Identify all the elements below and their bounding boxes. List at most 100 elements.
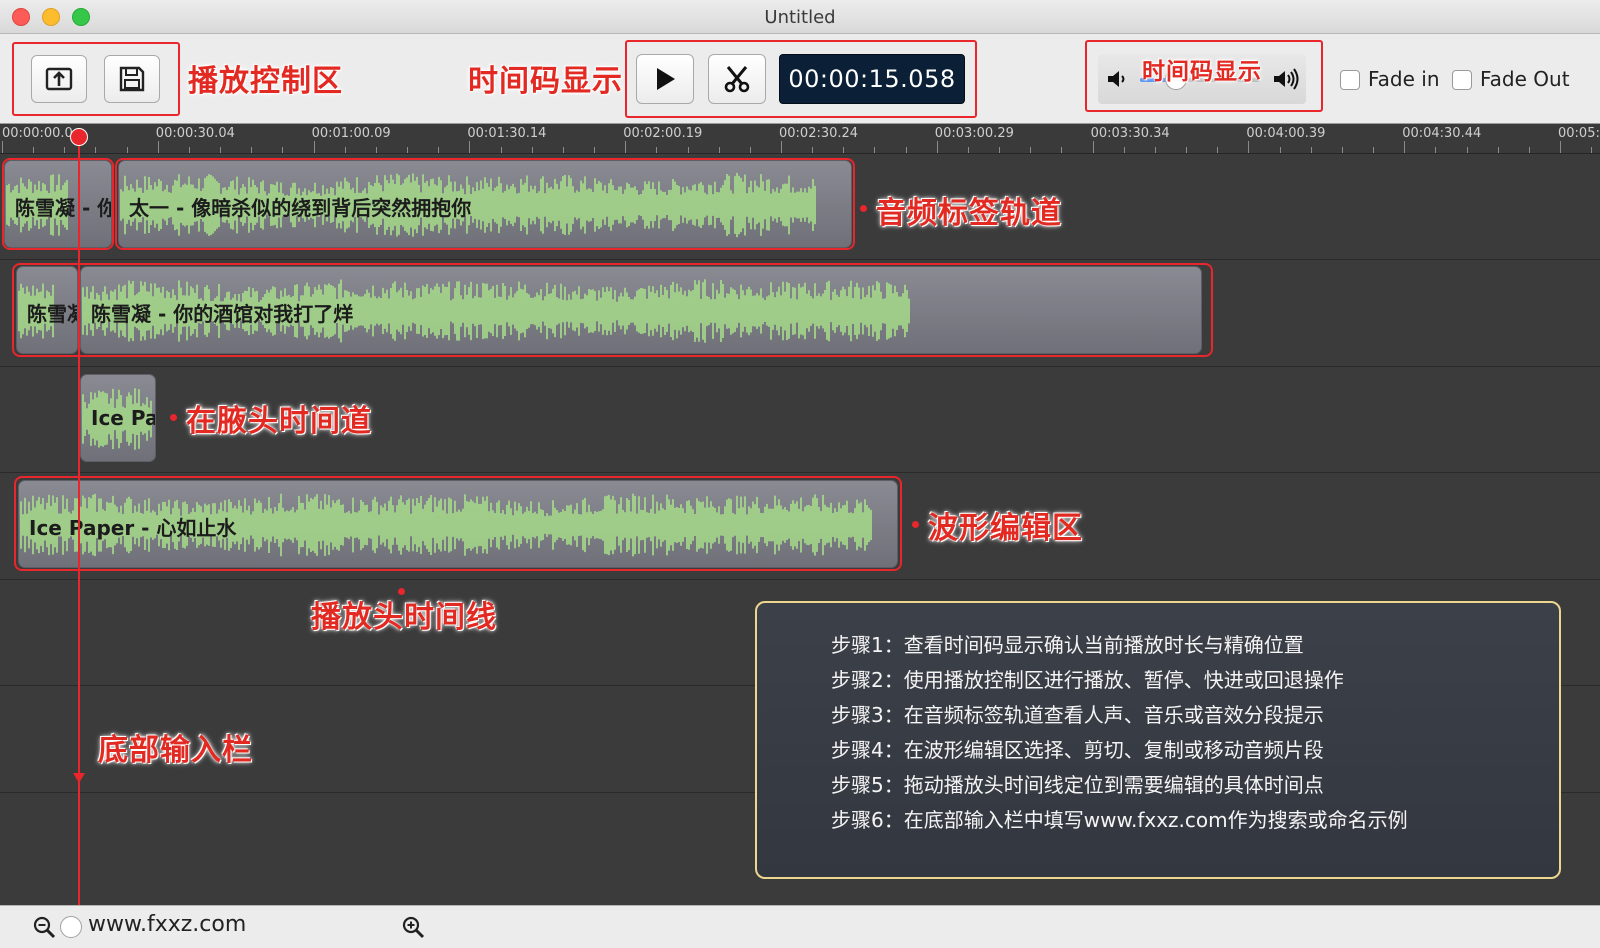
ruler-tick (64, 147, 66, 153)
step-item: 步骤6：在底部输入栏中填写www.fxxz.com作为搜索或命名示例 (831, 808, 1408, 832)
ruler-tick (33, 147, 35, 153)
annotation-dot (912, 521, 919, 528)
track-divider (0, 472, 1600, 473)
ruler-tick (1404, 141, 1406, 153)
ruler-tick (625, 141, 627, 153)
ruler-tick (1560, 141, 1561, 153)
ruler-tick-label: 00:05:00.49 (1558, 126, 1600, 141)
save-icon (117, 64, 147, 94)
volume-low-icon (1106, 68, 1130, 94)
ruler-tick (1591, 147, 1593, 153)
ruler-tick (375, 147, 377, 153)
ruler-tick-label: 00:04:00.39 (1246, 126, 1326, 141)
step-item: 步骤4：在波形编辑区选择、剪切、复制或移动音频片段 (831, 738, 1324, 762)
audio-clip[interactable]: Ice Pa (80, 374, 156, 462)
ruler-tick (1373, 147, 1375, 153)
fade-in-checkbox[interactable] (1340, 70, 1360, 90)
ruler-tick (874, 147, 876, 153)
annotation-bottom-input: 底部输入栏 (98, 733, 253, 768)
step-item: 步骤5：拖动播放头时间线定位到需要编辑的具体时间点 (831, 773, 1324, 797)
ruler-tick (936, 141, 938, 153)
ruler-tick (781, 141, 782, 153)
track-divider (0, 259, 1600, 260)
ruler-tick (220, 147, 222, 153)
clip-label: Ice Pa (91, 406, 156, 430)
playhead-handle[interactable] (70, 128, 88, 146)
ruler-tick (188, 147, 190, 153)
timecode-display: 00:00:15.058 (779, 54, 965, 104)
zoom-slider-knob[interactable] (60, 916, 82, 938)
ruler-tick (1310, 147, 1312, 153)
bottom-input-field[interactable]: www.fxxz.com (88, 912, 246, 937)
annotation-playhead-line: 播放头时间线 (311, 600, 497, 635)
ruler-tick (344, 147, 346, 153)
fade-in-label: Fade in (1368, 67, 1440, 91)
export-icon (44, 64, 74, 94)
window-title: Untitled (764, 7, 836, 28)
ruler-tick (313, 141, 315, 153)
ruler-tick (95, 147, 97, 153)
ruler-tick (2, 141, 3, 153)
ruler-tick (1030, 147, 1032, 153)
ruler-tick (282, 147, 284, 153)
ruler-tick (1154, 147, 1156, 153)
ruler-tick (500, 147, 502, 153)
steps-panel: 步骤1：查看时间码显示确认当前播放时长与精确位置 步骤2：使用播放控制区进行播放… (755, 601, 1561, 879)
clip-highlight (12, 263, 1213, 357)
ruler-tick-label: 00:04:30.44 (1402, 126, 1482, 141)
playhead-arrow-icon (72, 770, 86, 789)
ruler-tick (126, 147, 128, 153)
ruler-tick (469, 141, 471, 153)
ruler-tick-label: 00:01:00.09 (311, 126, 391, 141)
ruler-tick (157, 141, 159, 153)
ruler-tick (1341, 147, 1343, 153)
export-button[interactable] (31, 55, 87, 103)
ruler-tick-label: 00:02:00.19 (623, 126, 703, 141)
ruler-tick-label: 00:03:00.29 (934, 126, 1014, 141)
toolbar: 播放控制区 时间码显示 00:00:15.058 时间码显示 Fade in F… (0, 34, 1600, 124)
ruler-tick (438, 147, 440, 153)
ruler-tick (1061, 147, 1063, 153)
fade-out-checkbox[interactable] (1452, 70, 1472, 90)
play-icon (653, 66, 677, 92)
cut-button[interactable] (708, 54, 766, 104)
annotation-waveform-edit: 波形编辑区 (928, 511, 1083, 546)
track-divider (0, 366, 1600, 367)
ruler-tick-label: 00:03:30.34 (1090, 126, 1170, 141)
ruler-tick (843, 147, 845, 153)
ruler-tick (656, 147, 658, 153)
clip-highlight (115, 158, 855, 250)
ruler-tick (1497, 147, 1499, 153)
annotation-timecode-display: 时间码显示 (468, 64, 623, 99)
ruler-tick (407, 147, 409, 153)
ruler-tick (562, 147, 564, 153)
save-button[interactable] (104, 55, 160, 103)
playhead-line[interactable] (78, 133, 80, 905)
ruler-tick-label: 00:00:30.04 (155, 126, 235, 141)
ruler-tick-label: 00:01:30.14 (467, 126, 547, 141)
ruler-tick-label: 00:00:00.0 (2, 126, 73, 141)
annotation-playhead-track: 在腋头时间道 (186, 404, 372, 439)
ruler-tick (967, 147, 969, 153)
play-button[interactable] (636, 54, 694, 104)
annotation-dot (170, 414, 177, 421)
zoom-out-icon[interactable] (32, 915, 58, 945)
ruler-tick (749, 147, 751, 153)
ruler-tick (687, 147, 689, 153)
zoom-in-icon[interactable] (401, 915, 427, 945)
track-divider (0, 579, 1600, 580)
title-bar: Untitled (0, 0, 1600, 34)
ruler-tick (1123, 147, 1125, 153)
ruler-tick (1217, 147, 1219, 153)
volume-high-icon (1272, 67, 1302, 95)
annotation-playback-controls: 播放控制区 (188, 64, 343, 99)
clip-highlight (2, 158, 114, 250)
ruler-tick (812, 147, 814, 153)
step-item: 步骤3：在音频标签轨道查看人声、音乐或音效分段提示 (831, 703, 1324, 727)
ruler-tick (594, 147, 596, 153)
annotation-timecode-display-2: 时间码显示 (1142, 59, 1262, 85)
ruler-tick (1186, 147, 1188, 153)
clip-highlight (14, 476, 902, 571)
fade-out-label: Fade Out (1480, 67, 1570, 91)
timeline-ruler[interactable]: 00:00:00.0 00:00:30.04 00:01:00.09 00:01:30… (0, 124, 1600, 154)
